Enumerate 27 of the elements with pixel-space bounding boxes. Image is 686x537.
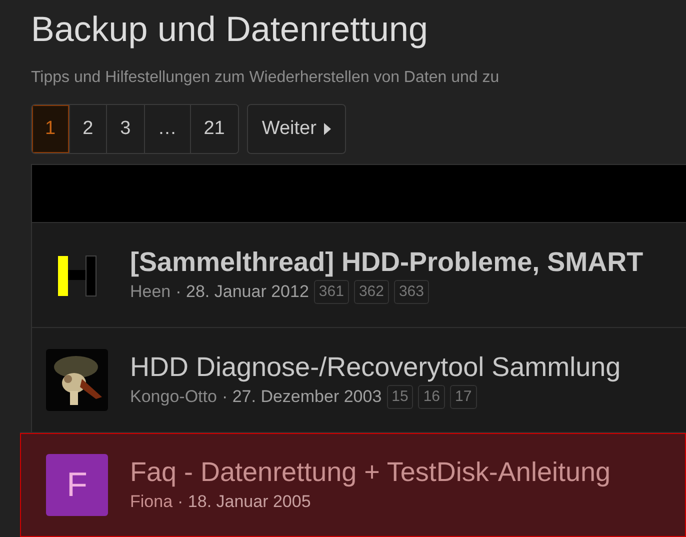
thread-title[interactable]: HDD Diagnose-/Recoverytool Sammlung: [130, 350, 621, 384]
page-link[interactable]: 363: [394, 280, 429, 304]
highlighted-thread-row[interactable]: F Faq - Datenrettung + TestDisk-Anleitung Fiona · 18. Januar 2005: [20, 432, 686, 537]
page-button[interactable]: 21: [190, 105, 238, 153]
page-button[interactable]: 3: [107, 105, 145, 153]
page-link[interactable]: 362: [354, 280, 389, 304]
thread-title[interactable]: Faq - Datenrettung + TestDisk-Anleitung: [130, 455, 611, 490]
page-button[interactable]: …: [144, 105, 191, 153]
forum-description: Tipps und Hilfestellungen zum Wiederherstellen von Daten und zu: [31, 68, 500, 88]
next-button[interactable]: Weiter: [246, 104, 346, 154]
author-link[interactable]: Kongo-Otto: [130, 384, 217, 410]
page-button[interactable]: 2: [70, 105, 108, 153]
page-link[interactable]: 16: [418, 385, 446, 409]
thread-date: · 18. Januar 2005: [178, 491, 311, 514]
author-link[interactable]: Heen: [130, 279, 171, 305]
caret-right-icon: [324, 123, 332, 135]
thread-row[interactable]: [Sammelthread] HDD-Probleme, SMART Heen · 28. Januar 2012 361 362 363: [32, 222, 686, 327]
page-button[interactable]: 1: [32, 105, 70, 153]
page-link[interactable]: 17: [450, 385, 477, 409]
avatar: F: [46, 454, 108, 516]
page-link[interactable]: 361: [314, 280, 349, 304]
page-title: Backup und Datenrettung: [31, 9, 429, 51]
thread-date: · 28. Januar 2012: [176, 281, 309, 304]
author-link[interactable]: Fiona: [130, 489, 173, 515]
thread-title[interactable]: [Sammelthread] HDD-Probleme, SMART: [130, 245, 644, 280]
page-link[interactable]: 15: [386, 385, 414, 409]
thread-date: · 27. Dezember 2003: [222, 386, 382, 408]
